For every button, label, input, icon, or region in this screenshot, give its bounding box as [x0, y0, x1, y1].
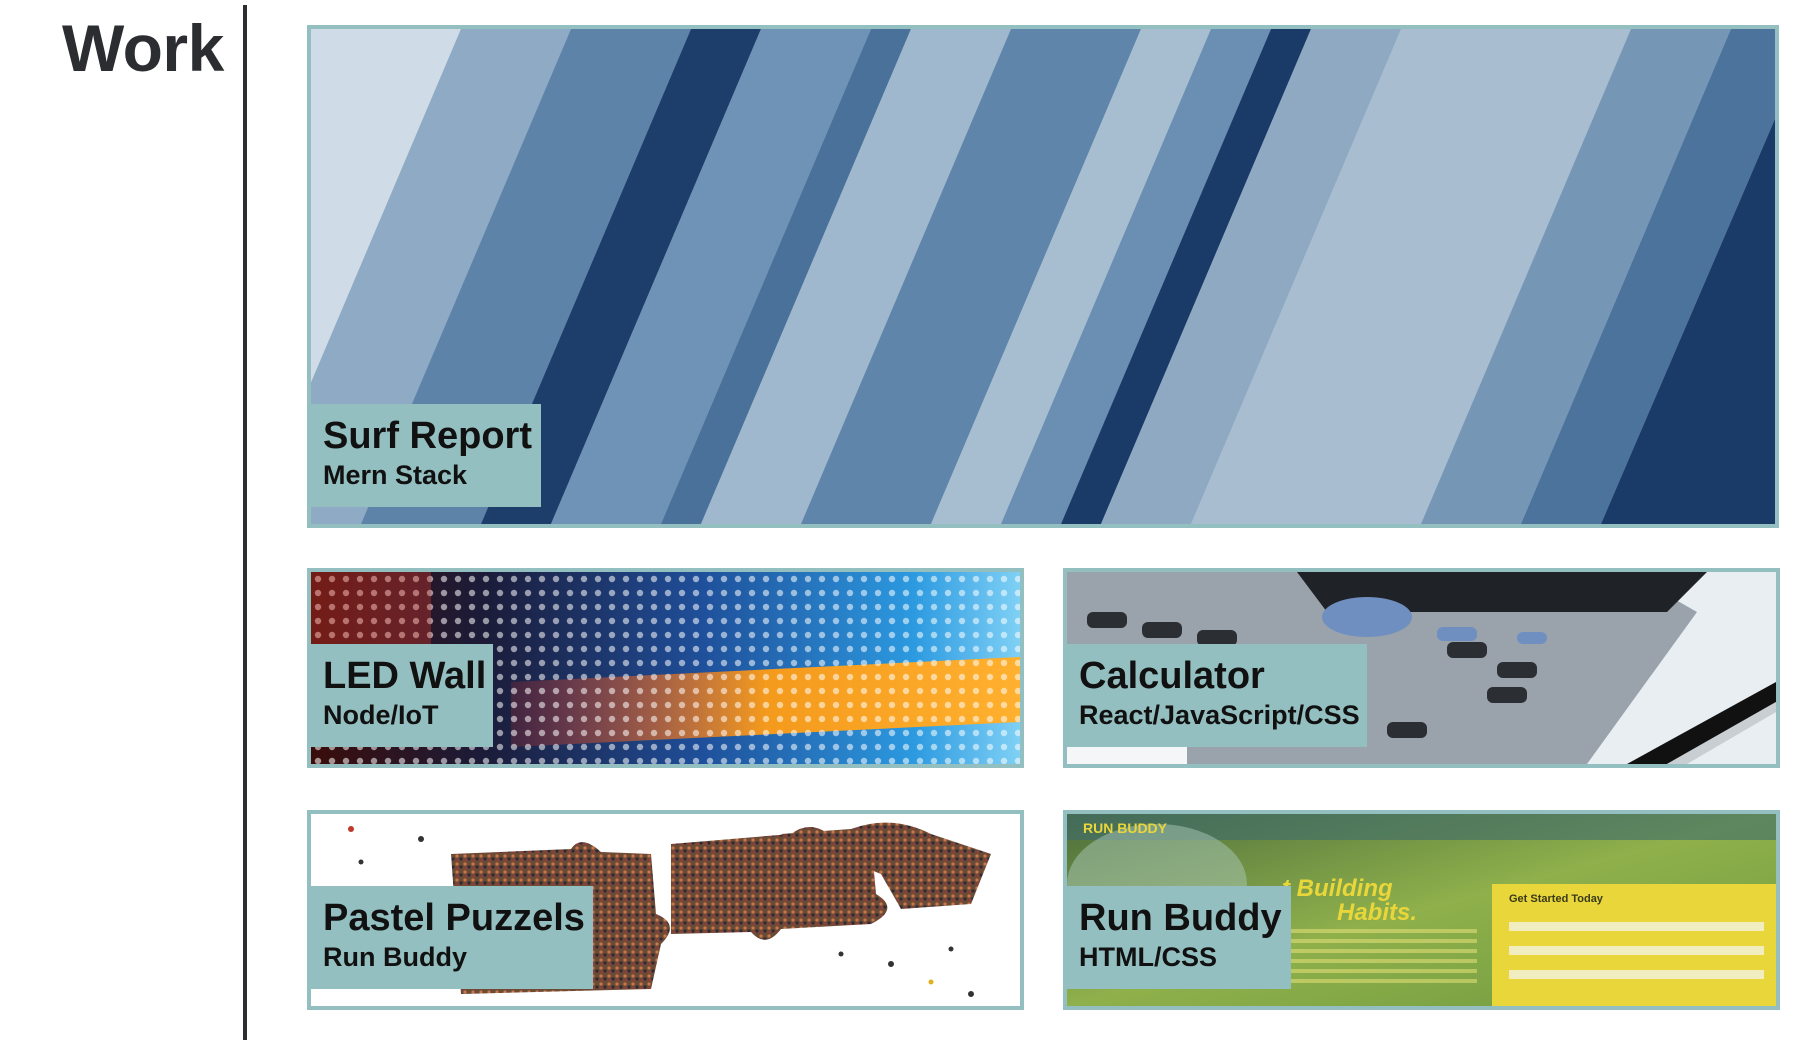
project-label: Surf Report Mern Stack	[311, 404, 541, 507]
project-subtitle: Node/IoT	[323, 700, 439, 730]
run-buddy-brand: RUN BUDDY	[1083, 820, 1168, 836]
project-card-calculator[interactable]: Calculator React/JavaScript/CSS	[1063, 568, 1780, 768]
project-subtitle: Mern Stack	[323, 460, 468, 490]
project-title: Calculator	[1079, 655, 1265, 697]
project-title: Pastel Puzzels	[323, 897, 585, 939]
project-card-pastel-puzzels[interactable]: Pastel Puzzels Run Buddy	[307, 810, 1024, 1010]
project-title: Run Buddy	[1079, 897, 1282, 939]
project-subtitle: React/JavaScript/CSS	[1079, 700, 1360, 730]
project-title: LED Wall	[323, 655, 487, 697]
run-buddy-headline-1: t Building	[1282, 875, 1393, 902]
project-subtitle: HTML/CSS	[1079, 942, 1217, 972]
section-title: Work	[62, 11, 224, 85]
project-title: Surf Report	[323, 415, 532, 457]
project-label: Calculator React/JavaScript/CSS	[1067, 644, 1367, 747]
vertical-divider	[243, 5, 247, 1040]
project-card-run-buddy[interactable]: RUN BUDDY t Building Habits. Get Started…	[1063, 810, 1780, 1010]
run-buddy-form-title: Get Started Today	[1509, 893, 1604, 905]
project-card-led-wall[interactable]: LED Wall Node/IoT	[307, 568, 1024, 768]
project-label: Pastel Puzzels Run Buddy	[311, 886, 593, 989]
project-subtitle: Run Buddy	[323, 942, 467, 972]
run-buddy-headline-2: Habits.	[1337, 899, 1417, 926]
project-label: LED Wall Node/IoT	[311, 644, 493, 747]
project-label: Run Buddy HTML/CSS	[1067, 886, 1291, 989]
project-card-surf-report[interactable]: Surf Report Mern Stack	[307, 25, 1779, 528]
